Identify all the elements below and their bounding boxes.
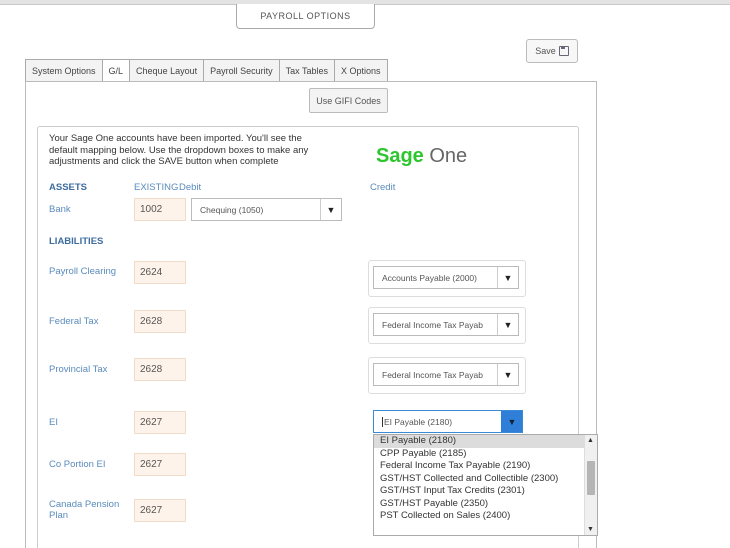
triangle-down-icon: ▼ <box>320 199 341 220</box>
provincial-tax-label: Provincial Tax <box>49 364 108 375</box>
payroll-clearing-account-field[interactable]: 2624 <box>134 261 186 284</box>
dropdown-option[interactable]: Federal Income Tax Payable (2190) <box>374 460 597 473</box>
tab-payroll-security[interactable]: Payroll Security <box>203 59 280 81</box>
label-line: Plan <box>49 510 69 521</box>
dropdown-option[interactable]: GST/HST Payable (2350) <box>374 498 597 511</box>
payroll-clearing-label: Payroll Clearing <box>49 266 117 277</box>
ei-credit-value: EI Payable (2180) <box>384 416 453 427</box>
dropdown-option[interactable]: GST/HST Collected and Collectible (2300) <box>374 473 597 486</box>
tab-system-options[interactable]: System Options <box>25 59 103 81</box>
label-line: Canada Pension <box>49 499 120 510</box>
save-button[interactable]: Save <box>526 39 578 63</box>
tab-x-options[interactable]: X Options <box>334 59 388 81</box>
text-cursor <box>382 416 383 427</box>
liabilities-heading: LIABILITIES <box>49 236 104 247</box>
assets-heading: ASSETS <box>49 182 88 193</box>
co-portion-ei-account-field[interactable]: 2627 <box>134 453 186 476</box>
tab-cheque-layout[interactable]: Cheque Layout <box>129 59 205 81</box>
bank-account-field[interactable]: 1002 <box>134 198 186 221</box>
scroll-down-icon[interactable]: ▼ <box>587 526 594 533</box>
tab-tax-tables[interactable]: Tax Tables <box>278 59 335 81</box>
provincial-tax-credit-select[interactable]: Federal Income Tax Payab ▼ <box>373 363 519 386</box>
triangle-down-icon: ▼ <box>501 411 522 432</box>
co-portion-ei-label: Co Portion EI <box>49 459 106 470</box>
payroll-clearing-credit-value: Accounts Payable (2000) <box>382 272 477 283</box>
dropdown-option[interactable]: GST/HST Input Tax Credits (2301) <box>374 485 597 498</box>
triangle-down-icon: ▼ <box>497 364 518 385</box>
canada-pension-plan-label: Canada Pension Plan <box>49 499 119 521</box>
logo-sage: Sage <box>376 145 424 167</box>
canada-pension-account-field[interactable]: 2627 <box>134 499 186 522</box>
dropdown-option[interactable]: CPP Payable (2185) <box>374 448 597 461</box>
save-label: Save <box>535 46 556 56</box>
existing-column-header: EXISTING <box>134 182 179 193</box>
bank-debit-value: Chequing (1050) <box>200 204 264 215</box>
triangle-down-icon: ▼ <box>497 314 518 335</box>
sage-one-logo: Sage One <box>376 145 467 168</box>
tab-gl[interactable]: G/L <box>101 59 131 82</box>
dropdown-option[interactable]: PST Collected on Sales (2400) <box>374 510 597 523</box>
federal-tax-credit-select[interactable]: Federal Income Tax Payab ▼ <box>373 313 519 336</box>
federal-tax-label: Federal Tax <box>49 316 99 327</box>
scrollbar-thumb[interactable] <box>587 461 595 495</box>
floppy-disk-icon <box>558 46 569 56</box>
logo-one: One <box>429 145 468 167</box>
provincial-tax-credit-value: Federal Income Tax Payab <box>382 369 483 380</box>
federal-tax-credit-value: Federal Income Tax Payab <box>382 319 483 330</box>
intro-line: adjustments and click the SAVE button wh… <box>49 156 279 168</box>
intro-text: Your Sage One accounts have been importe… <box>49 133 359 168</box>
triangle-down-icon: ▼ <box>497 267 518 288</box>
payroll-options-header: PAYROLL OPTIONS <box>236 4 375 29</box>
options-tabs: System Options G/L Cheque Layout Payroll… <box>25 59 388 82</box>
intro-line: default mapping below. Use the dropdown … <box>49 144 309 156</box>
scroll-up-icon[interactable]: ▲ <box>587 437 594 444</box>
credit-account-dropdown-list[interactable]: EI Payable (2180) CPP Payable (2185) Fed… <box>373 434 598 536</box>
ei-account-field[interactable]: 2627 <box>134 411 186 434</box>
ei-label: EI <box>49 417 58 428</box>
ei-credit-select[interactable]: EI Payable (2180) ▼ <box>373 410 523 433</box>
credit-column-header: Credit <box>370 182 396 193</box>
federal-tax-account-field[interactable]: 2628 <box>134 310 186 333</box>
bank-debit-select[interactable]: Chequing (1050) ▼ <box>191 198 342 221</box>
dropdown-option[interactable]: EI Payable (2180) <box>374 435 597 448</box>
payroll-clearing-credit-select[interactable]: Accounts Payable (2000) ▼ <box>373 266 519 289</box>
use-gifi-codes-button[interactable]: Use GIFI Codes <box>309 88 388 113</box>
dropdown-scrollbar[interactable]: ▲ ▼ <box>584 435 597 535</box>
intro-line: Your Sage One accounts have been importe… <box>49 133 302 144</box>
debit-column-header: Debit <box>179 182 202 193</box>
provincial-tax-account-field[interactable]: 2628 <box>134 358 186 381</box>
bank-label: Bank <box>49 204 71 215</box>
